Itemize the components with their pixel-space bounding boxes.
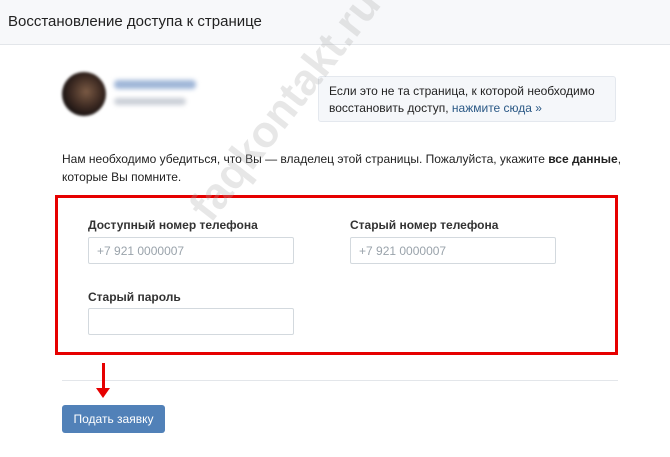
divider — [62, 380, 618, 381]
annotation-arrow-down-icon — [96, 388, 110, 398]
annotation-arrow-line — [102, 363, 105, 391]
intro-text-before: Нам необходимо убедиться, что Вы — владе… — [62, 152, 545, 166]
profile-subtitle-blurred — [114, 98, 186, 105]
avatar — [62, 72, 106, 116]
available-phone-label: Доступный номер телефона — [88, 218, 258, 232]
profile-card — [62, 72, 262, 118]
intro-text: Нам необходимо убедиться, что Вы — владе… — [62, 150, 622, 186]
wrong-page-notice: Если это не та страница, к которой необх… — [318, 76, 616, 122]
available-phone-input[interactable] — [88, 237, 294, 264]
page-title: Восстановление доступа к странице — [8, 13, 262, 30]
old-phone-input[interactable] — [350, 237, 556, 264]
old-password-label: Старый пароль — [88, 290, 181, 304]
profile-name-blurred — [114, 80, 196, 89]
intro-text-bold: все данные — [548, 152, 618, 166]
page-header: Восстановление доступа к странице — [0, 0, 670, 45]
submit-request-button[interactable]: Подать заявку — [62, 405, 165, 433]
old-phone-label: Старый номер телефона — [350, 218, 499, 232]
click-here-link[interactable]: нажмите сюда » — [452, 101, 542, 115]
old-password-input[interactable] — [88, 308, 294, 335]
